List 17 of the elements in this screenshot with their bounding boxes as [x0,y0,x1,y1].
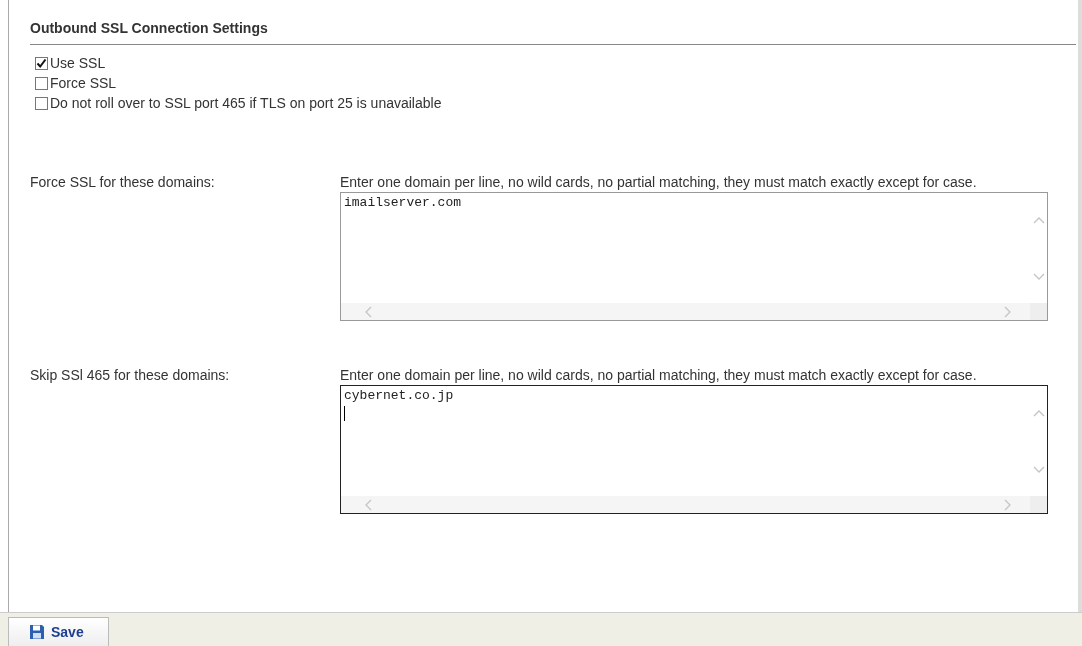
checkbox[interactable] [35,56,48,70]
checkbox-label: Force SSL [50,75,117,91]
section-title: Outbound SSL Connection Settings [30,0,1076,45]
domains-text-area[interactable]: imailserver.com [340,192,1048,321]
scrollbar-corner [1030,303,1047,320]
checkbox-label: Do not roll over to SSL port 465 if TLS on port 25 is unavailable [50,95,442,111]
checkbox[interactable] [35,96,48,110]
field-label: Skip SSl 465 for these domains: [30,367,231,385]
domains-text-area[interactable]: cybernet.co.jp [340,385,1048,514]
field-hint: Enter one domain per line, no wild cards, no partial matching, they must match exactly except for case. [340,367,978,384]
scrollbar-corner [1030,496,1047,513]
checkbox-label: Use SSL [50,55,106,71]
text-caret [344,406,345,421]
save-button[interactable]: Save [8,617,109,646]
checkbox[interactable] [35,76,48,90]
field-hint: Enter one domain per line, no wild cards, no partial matching, they must match exactly except for case. [340,174,978,191]
field-label: Force SSL for these domains: [30,174,216,192]
